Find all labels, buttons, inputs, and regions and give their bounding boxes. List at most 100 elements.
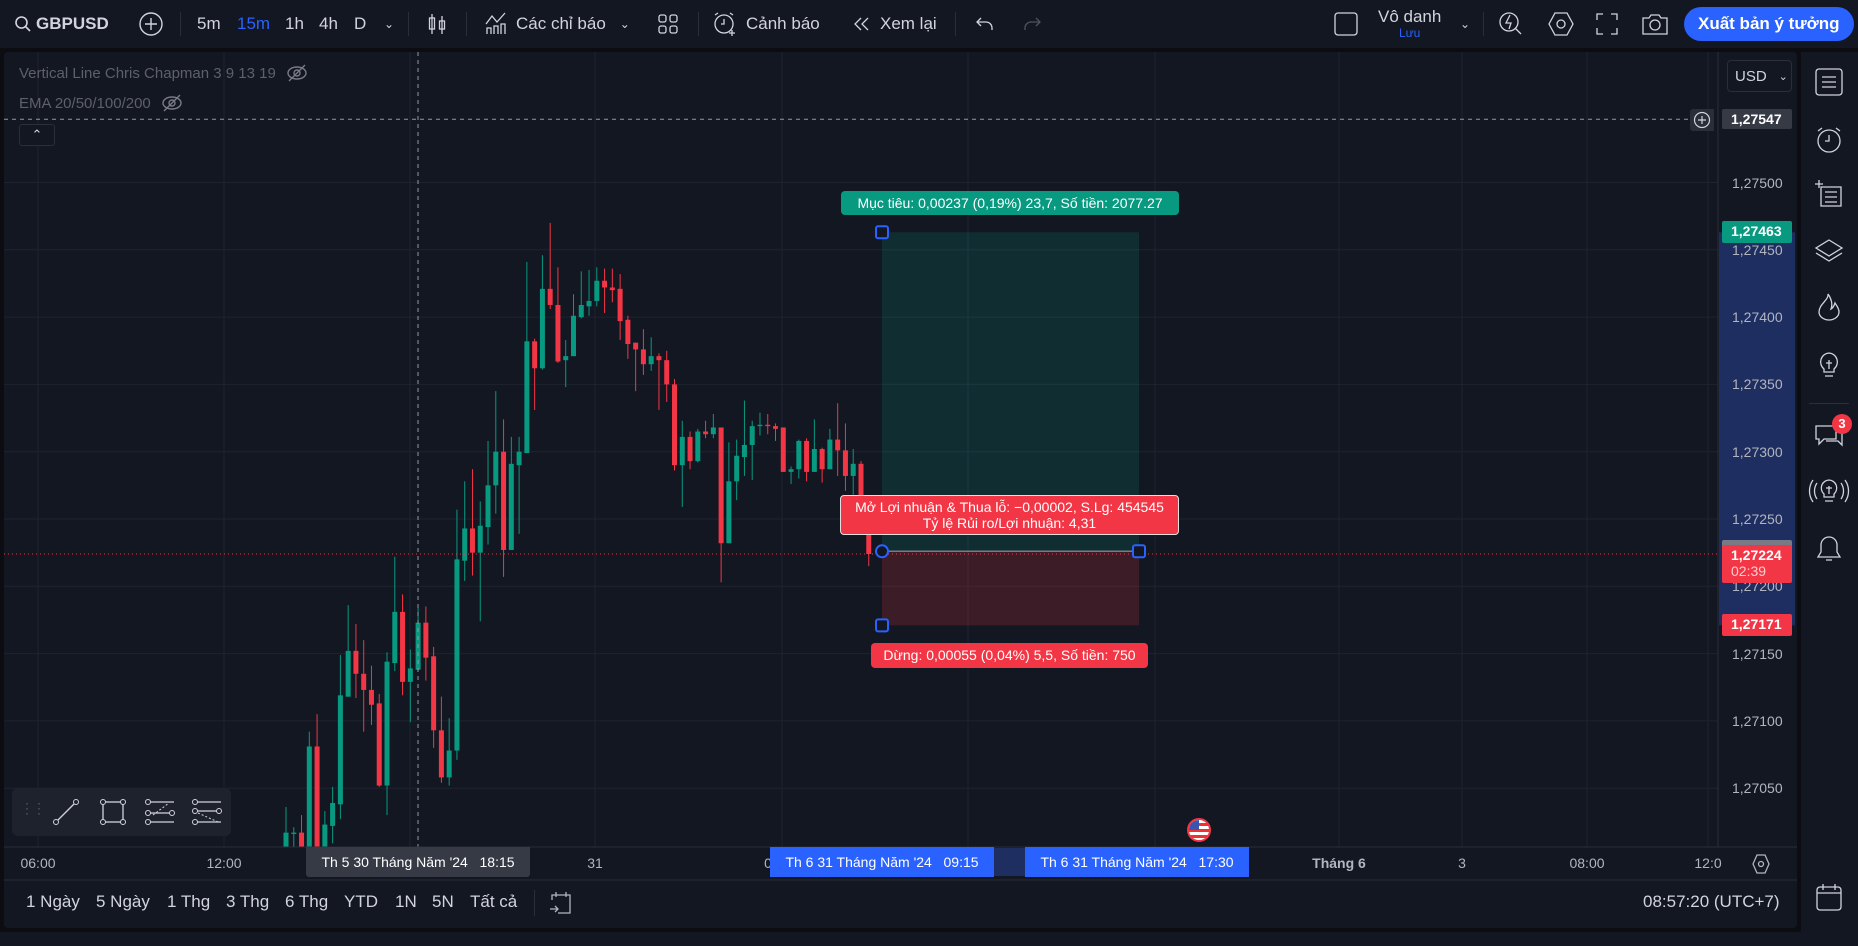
range-5-years[interactable]: 5N <box>432 892 454 912</box>
candle-body <box>602 280 608 288</box>
position-target-label[interactable]: Mục tiêu: 0,00237 (0,19%) 23,7, Số tiền:… <box>841 191 1179 215</box>
current-price-label: 1,27224 02:39 <box>1722 544 1792 583</box>
candle-body <box>765 424 771 427</box>
candle-body <box>842 450 848 476</box>
candle <box>749 420 755 480</box>
range-all[interactable]: Tất cả <box>470 892 517 912</box>
candle-body <box>827 439 833 470</box>
parallel-channel-icon[interactable] <box>145 798 175 826</box>
range-1-day[interactable]: 1 Ngày <box>26 892 80 912</box>
clock-timezone[interactable]: 08:57:20 (UTC+7) <box>1643 892 1780 912</box>
position-start-time-label: Th 6 31 Tháng Năm '24 09:15 <box>770 847 994 877</box>
price-tick: 1,27050 <box>1732 780 1783 797</box>
price-tick: 1,27400 <box>1732 309 1783 326</box>
drag-handle-icon[interactable]: ⋮⋮ <box>20 800 46 817</box>
position-stop-label[interactable]: Dừng: 0,00055 (0,04%) 5,5, Số tiền: 750 <box>871 643 1148 668</box>
calendar-icon[interactable] <box>1814 882 1844 912</box>
indicator-legend-vertical-line[interactable]: Vertical Line Chris Chapman 3 9 13 19 <box>19 64 308 82</box>
candle-body <box>400 611 406 682</box>
add-alert-button[interactable] <box>1690 109 1714 131</box>
us-economic-event-icon[interactable] <box>1187 818 1211 842</box>
candle-body <box>291 832 297 834</box>
candle <box>617 274 623 340</box>
collapse-legend-button[interactable]: ⌃ <box>19 124 55 146</box>
currency-label: USD <box>1735 67 1767 85</box>
crosshair-time-label: Th 5 30 Tháng Năm '24 18:15 <box>306 847 530 877</box>
go-to-date-icon[interactable] <box>548 890 574 916</box>
candle-body <box>539 288 545 369</box>
fire-icon[interactable] <box>1814 292 1844 322</box>
chart-canvas[interactable] <box>0 0 1858 946</box>
price-tick: 1,27300 <box>1732 443 1783 460</box>
grid-lines <box>4 52 1718 847</box>
current-price-value: 1,27224 <box>1731 546 1782 563</box>
fib-retracement-icon[interactable] <box>192 798 222 826</box>
bell-icon[interactable] <box>1814 534 1844 564</box>
candle <box>400 594 406 696</box>
add-note-icon[interactable] <box>1814 178 1844 208</box>
candle <box>672 379 677 471</box>
candle <box>570 294 576 357</box>
candle-body <box>322 824 328 847</box>
candle <box>392 556 398 672</box>
candle <box>407 649 413 723</box>
candle <box>291 827 297 847</box>
candle-body <box>804 440 810 472</box>
watchlist-icon[interactable] <box>1814 67 1844 97</box>
candle <box>469 469 475 576</box>
range-1-year[interactable]: 1N <box>395 892 417 912</box>
indicator-legend-ema[interactable]: EMA 20/50/100/200 <box>19 94 183 112</box>
candle <box>796 439 802 479</box>
position-end-time-label: Th 6 31 Tháng Năm '24 17:30 <box>1025 847 1249 877</box>
lightbulb-icon[interactable] <box>1814 350 1844 380</box>
rectangle-icon[interactable] <box>99 798 127 826</box>
candle <box>718 427 724 583</box>
candle-body <box>454 559 460 751</box>
bulb-signal-icon[interactable] <box>1808 477 1850 507</box>
currency-dropdown[interactable]: USD ⌄ <box>1727 60 1792 92</box>
eye-off-icon[interactable] <box>286 64 308 82</box>
range-1-month[interactable]: 1 Thg <box>167 892 210 912</box>
candle <box>493 391 499 514</box>
range-ytd[interactable]: YTD <box>344 892 378 912</box>
axis-settings-icon[interactable] <box>1751 853 1771 875</box>
candle-body <box>353 650 359 674</box>
candle-body <box>431 656 437 731</box>
plus-circle-icon <box>1693 111 1711 129</box>
price-tick: 1,27350 <box>1732 376 1783 393</box>
candle <box>819 447 825 483</box>
price-tick: 1,27150 <box>1732 645 1783 662</box>
crosshair-price-label: 1,27547 <box>1722 109 1792 129</box>
candle-body <box>819 449 825 470</box>
candle <box>633 342 639 392</box>
candle <box>578 271 584 319</box>
candle-body <box>811 449 817 472</box>
position-pnl-label[interactable]: Mở Lợi nhuận & Thua lỗ: −0,00002, S.Lg: … <box>840 495 1179 535</box>
range-3-months[interactable]: 3 Thg <box>226 892 269 912</box>
eye-off-icon[interactable] <box>161 94 183 112</box>
candle-body <box>734 455 740 482</box>
alarm-clock-icon[interactable] <box>1814 125 1844 155</box>
indicator-name: EMA 20/50/100/200 <box>19 94 151 112</box>
candle-body <box>384 661 390 786</box>
candle-body <box>703 431 709 435</box>
candle-body <box>710 427 716 435</box>
range-5-days[interactable]: 5 Ngày <box>96 892 150 912</box>
trend-line-icon[interactable] <box>52 798 80 826</box>
candle-body <box>780 427 786 472</box>
candle <box>656 353 662 410</box>
candle <box>376 693 382 787</box>
candle <box>827 428 833 470</box>
candle-body <box>625 319 631 345</box>
candle-body <box>501 451 507 550</box>
candle-body <box>640 349 646 365</box>
candle <box>314 714 320 847</box>
range-6-months[interactable]: 6 Thg <box>285 892 328 912</box>
bar-countdown: 02:39 <box>1731 562 1767 579</box>
candle-body <box>361 673 367 690</box>
candle <box>780 427 786 472</box>
time-tick: 12:00 <box>206 855 242 871</box>
candle-body <box>664 360 670 385</box>
candle <box>773 423 779 441</box>
layers-icon[interactable] <box>1814 235 1844 265</box>
